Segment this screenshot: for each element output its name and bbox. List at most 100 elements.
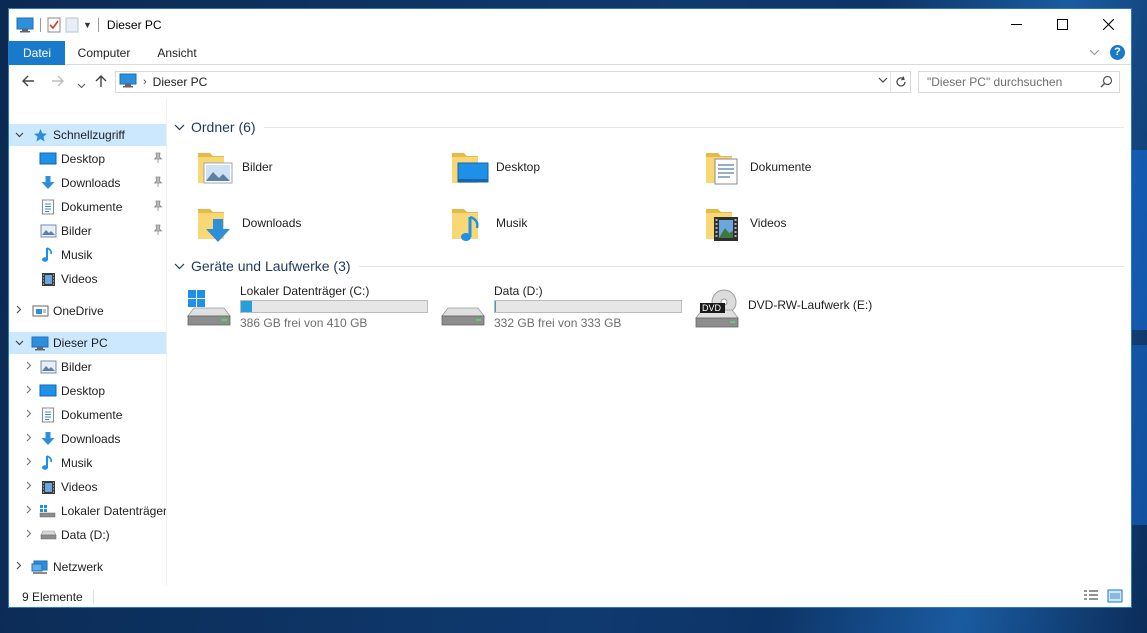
pin-icon[interactable]: [153, 152, 163, 167]
folder-item-bilder[interactable]: Bilder: [168, 142, 408, 192]
group-divider: [263, 126, 1124, 128]
expanded-chevron-icon[interactable]: [13, 130, 25, 141]
music-folder-icon: [448, 201, 492, 245]
videos-icon: [39, 479, 57, 495]
nav-item-quick-downloads[interactable]: Downloads: [9, 172, 166, 194]
folder-item-dokumente[interactable]: Dokumente: [676, 142, 916, 192]
drive-item-d[interactable]: Data (D:) 332 GB frei von 333 GB: [422, 280, 682, 330]
nav-label: Netzwerk: [53, 560, 104, 574]
group-collapse-chevron-icon[interactable]: [174, 120, 185, 134]
group-header-drives[interactable]: Geräte und Laufwerke (3): [174, 255, 1124, 277]
collapsed-chevron-icon[interactable]: [23, 409, 35, 421]
nav-item-schnellzugriff[interactable]: Schnellzugriff: [9, 124, 166, 146]
help-button[interactable]: ?: [1110, 45, 1125, 60]
nav-item-pc-data-drive[interactable]: Data (D:): [9, 524, 166, 546]
nav-label: Dokumente: [61, 408, 123, 422]
collapsed-chevron-icon[interactable]: [23, 457, 35, 469]
pin-icon[interactable]: [153, 200, 163, 215]
view-buttons: [1083, 589, 1123, 606]
videos-folder-icon: [702, 201, 746, 245]
collapsed-chevron-icon[interactable]: [23, 433, 35, 445]
nav-item-quick-pictures[interactable]: Bilder: [9, 220, 166, 242]
tab-datei[interactable]: Datei: [9, 41, 65, 65]
drive-item-e[interactable]: DVD DVD-RW-Laufwerk (E:): [676, 280, 926, 330]
collapsed-chevron-icon[interactable]: [23, 505, 35, 517]
nav-item-quick-videos[interactable]: Videos: [9, 268, 166, 290]
navigation-bar: › Dieser PC: [9, 66, 1131, 98]
close-button[interactable]: [1085, 9, 1131, 39]
forward-arrow-icon[interactable]: [51, 74, 65, 92]
search-box[interactable]: [918, 71, 1120, 93]
folder-label: Bilder: [242, 160, 273, 174]
minimize-button[interactable]: [993, 9, 1039, 39]
nav-label: Data (D:): [61, 528, 110, 542]
nav-item-pc-pictures[interactable]: Bilder: [9, 356, 166, 378]
qat-dropdown-icon[interactable]: ▼: [83, 20, 92, 30]
nav-item-pc-downloads[interactable]: Downloads: [9, 428, 166, 450]
nav-item-netzwerk[interactable]: Netzwerk: [9, 556, 166, 578]
pictures-icon: [39, 359, 57, 375]
nav-item-quick-music[interactable]: Musik: [9, 244, 166, 266]
new-folder-icon[interactable]: [65, 17, 79, 33]
address-history-chevron-icon[interactable]: [878, 75, 888, 87]
expand-ribbon-chevron-icon[interactable]: [1089, 47, 1100, 59]
search-input[interactable]: [927, 73, 1103, 91]
nav-item-quick-desktop[interactable]: Desktop: [9, 148, 166, 170]
window-controls: [993, 9, 1131, 39]
folder-item-videos[interactable]: Videos: [676, 198, 916, 248]
nav-label: Bilder: [61, 224, 92, 238]
address-bar[interactable]: › Dieser PC: [115, 71, 911, 93]
expanded-chevron-icon[interactable]: [13, 338, 25, 349]
tab-computer[interactable]: Computer: [71, 41, 137, 65]
ribbon-right-controls: ?: [1089, 45, 1125, 60]
ribbon-tabs: Datei Computer Ansicht ?: [9, 41, 1131, 65]
folder-item-musik[interactable]: Musik: [422, 198, 662, 248]
nav-item-dieser-pc[interactable]: Dieser PC: [9, 332, 166, 354]
folder-item-desktop[interactable]: Desktop: [422, 142, 662, 192]
tab-ansicht[interactable]: Ansicht: [149, 41, 205, 65]
nav-item-quick-documents[interactable]: Dokumente: [9, 196, 166, 218]
pin-icon[interactable]: [153, 176, 163, 191]
nav-item-pc-documents[interactable]: Dokumente: [9, 404, 166, 426]
properties-icon[interactable]: [47, 17, 61, 33]
pin-icon[interactable]: [153, 224, 163, 239]
videos-icon: [39, 271, 57, 287]
nav-item-pc-music[interactable]: Musik: [9, 452, 166, 474]
breadcrumb-chevron-icon[interactable]: ›: [143, 76, 147, 88]
up-arrow-icon[interactable]: [94, 74, 108, 92]
group-collapse-chevron-icon[interactable]: [174, 259, 185, 273]
folder-item-downloads[interactable]: Downloads: [168, 198, 408, 248]
computer-icon: [31, 335, 49, 351]
breadcrumb-item[interactable]: Dieser PC: [153, 75, 208, 89]
collapsed-chevron-icon[interactable]: [23, 481, 35, 493]
collapsed-chevron-icon[interactable]: [23, 529, 35, 541]
drive-free-space: 332 GB frei von 333 GB: [494, 316, 622, 330]
nav-item-pc-local-disk[interactable]: Lokaler Datenträger: [9, 500, 166, 522]
search-icon[interactable]: [1100, 75, 1113, 91]
computer-icon: [16, 17, 34, 33]
group-header-folders[interactable]: Ordner (6): [174, 116, 1124, 138]
large-icons-view-icon[interactable]: [1107, 589, 1123, 606]
refresh-button[interactable]: [890, 72, 910, 92]
nav-item-pc-videos[interactable]: Videos: [9, 476, 166, 498]
windows-drive-icon: [186, 288, 232, 326]
music-icon: [39, 455, 57, 471]
downloads-icon: [39, 175, 57, 191]
drive-item-c[interactable]: Lokaler Datenträger (C:) 386 GB frei von…: [168, 280, 428, 330]
collapsed-chevron-icon[interactable]: [23, 385, 35, 397]
nav-label: Musik: [61, 248, 93, 262]
item-count: 9 Elemente: [22, 590, 83, 604]
maximize-button[interactable]: [1039, 9, 1085, 39]
collapsed-chevron-icon[interactable]: [23, 361, 35, 373]
status-divider: [92, 590, 94, 604]
collapsed-chevron-icon[interactable]: [13, 561, 25, 573]
recent-locations-chevron-icon[interactable]: [77, 77, 86, 93]
back-arrow-icon[interactable]: [21, 74, 35, 92]
collapsed-chevron-icon[interactable]: [13, 305, 25, 317]
details-view-icon[interactable]: [1083, 589, 1099, 606]
status-bar: 9 Elemente: [9, 585, 1131, 607]
nav-label: OneDrive: [53, 304, 104, 318]
dvd-drive-icon: DVD: [694, 288, 740, 328]
nav-item-pc-desktop[interactable]: Desktop: [9, 380, 166, 402]
nav-item-onedrive[interactable]: OneDrive: [9, 300, 166, 322]
